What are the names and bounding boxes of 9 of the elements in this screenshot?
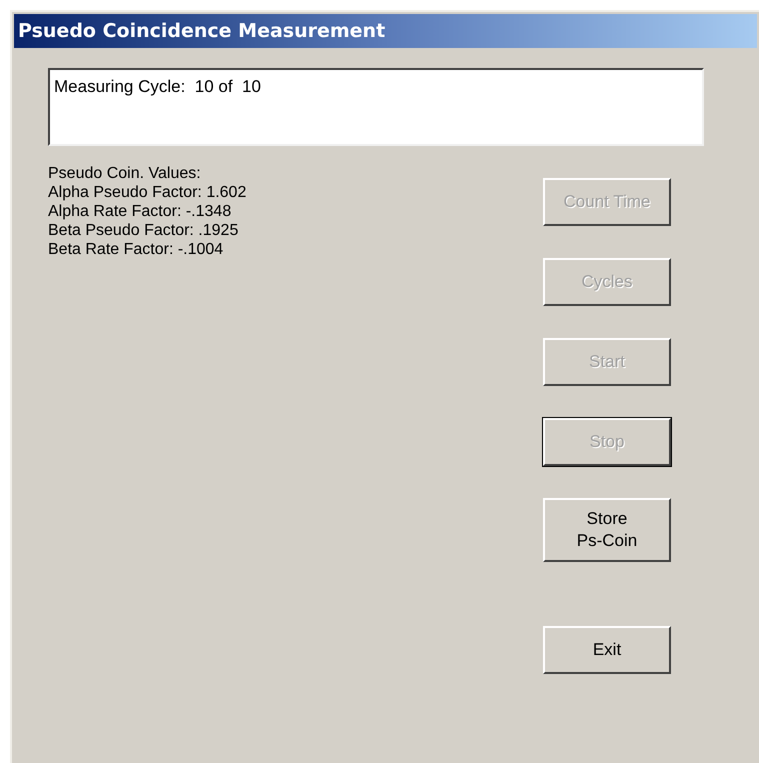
dialog-button[interactable]: Exit bbox=[543, 626, 671, 674]
value-label: Beta Rate Factor: -.1004 bbox=[48, 240, 224, 259]
value-label: Alpha Pseudo Factor: 1.602 bbox=[48, 183, 248, 202]
value-label: Beta Pseudo Factor: .1925 bbox=[48, 221, 240, 240]
window-title: Psuedo Coincidence Measurement bbox=[18, 18, 386, 44]
status-text-box: Measuring Cycle: 10 of 10 bbox=[48, 68, 704, 146]
dialog-button[interactable]: Store Ps-Coin bbox=[543, 498, 671, 562]
value-label: Pseudo Coin. Values: bbox=[48, 164, 202, 183]
value-label: Alpha Rate Factor: -.1348 bbox=[48, 202, 232, 221]
